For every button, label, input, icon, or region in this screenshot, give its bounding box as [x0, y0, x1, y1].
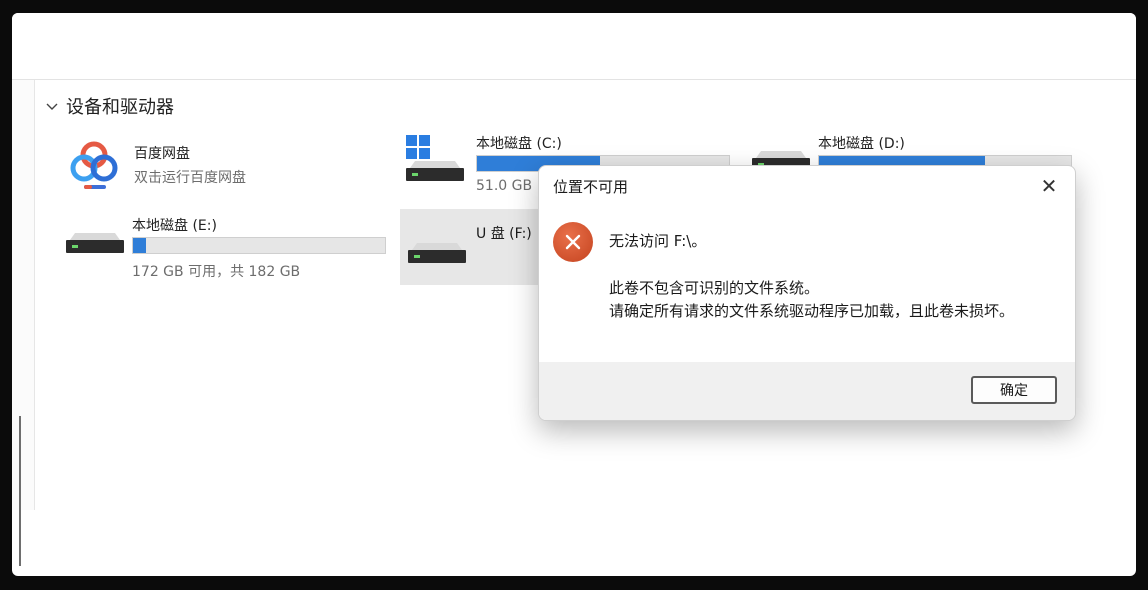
drive-tile-baidu[interactable]: 百度网盘 双击运行百度网盘: [60, 131, 360, 201]
usage-bar: [132, 237, 386, 254]
explorer-window: 设备和驱动器 百度网盘 双击运行百度网盘 本地磁盘 (C:) 51.0 GB 本…: [12, 13, 1136, 576]
section-title: 设备和驱动器: [66, 97, 174, 118]
windows-logo-icon: [406, 135, 430, 159]
drive-name: U 盘 (F:): [476, 226, 532, 242]
dialog-title: 位置不可用: [553, 178, 629, 196]
drive-name: 百度网盘: [134, 146, 190, 162]
error-detail-line-2: 请确定所有请求的文件系统驱动程序已加载，且此卷未损坏。: [609, 302, 1015, 320]
toolbar-area: [12, 13, 1136, 80]
drive-free-space: 51.0 GB: [476, 178, 533, 194]
baidu-netdisk-icon: [64, 133, 124, 195]
scrollbar[interactable]: [19, 416, 21, 566]
section-header-devices[interactable]: 设备和驱动器: [44, 93, 174, 119]
dialog-footer: 确定: [539, 362, 1075, 420]
chevron-down-icon: [46, 103, 58, 110]
drive-name: 本地磁盘 (E:): [132, 218, 217, 234]
navigation-pane: [12, 80, 35, 566]
drive-name: 本地磁盘 (C:): [476, 136, 562, 152]
error-detail-line-1: 此卷不包含可识别的文件系统。: [609, 279, 820, 297]
ok-button[interactable]: 确定: [971, 376, 1057, 404]
drive-tile-e[interactable]: 本地磁盘 (E:) 172 GB 可用，共 182 GB: [64, 213, 394, 283]
error-icon: [553, 222, 593, 262]
usb-drive-icon: [408, 243, 466, 263]
error-dialog: 位置不可用 ✕ 无法访问 F:\。 此卷不包含可识别的文件系统。 请确定所有请求…: [538, 165, 1076, 421]
drive-subtitle: 双击运行百度网盘: [134, 170, 246, 186]
hard-drive-icon: [406, 161, 464, 181]
close-button[interactable]: ✕: [1035, 172, 1063, 200]
error-message: 无法访问 F:\。: [609, 232, 707, 250]
drive-name: 本地磁盘 (D:): [818, 136, 905, 152]
drive-free-space: 172 GB 可用，共 182 GB: [132, 264, 301, 280]
hard-drive-icon: [66, 233, 124, 253]
close-icon: ✕: [1040, 174, 1058, 198]
